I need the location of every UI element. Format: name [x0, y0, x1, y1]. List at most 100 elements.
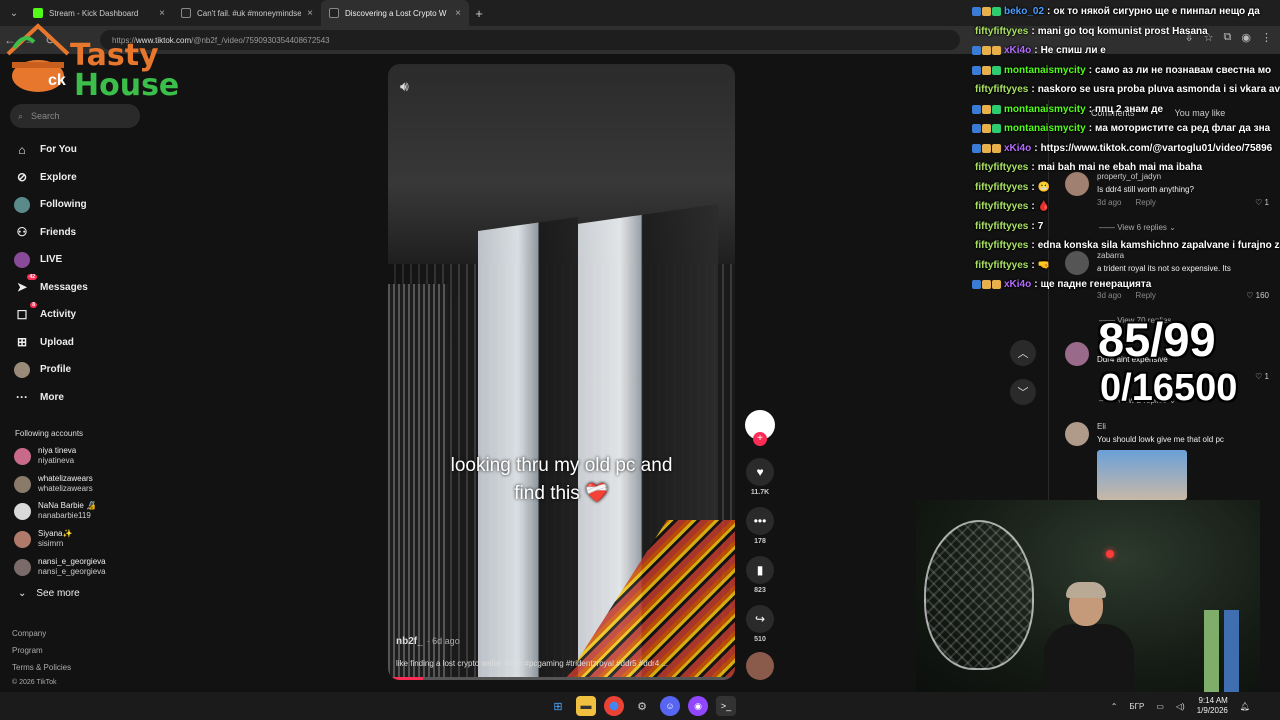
sidebar-item-for-you[interactable]: ⌂ For You	[14, 136, 88, 164]
chat-username[interactable]: montanaismycity	[1004, 123, 1086, 134]
chat-username[interactable]: fiftyfiftyyes	[975, 260, 1028, 271]
chat-username[interactable]: fiftyfiftyyes	[975, 221, 1028, 232]
tray-chevron-up-icon[interactable]: ⌃	[1111, 702, 1118, 711]
compass-icon: ⊘	[16, 170, 28, 185]
chat-username[interactable]: beko_02	[1004, 6, 1044, 17]
account-handle: sisimrn	[38, 539, 64, 548]
sidebar-item-profile[interactable]: Profile	[14, 356, 88, 384]
video-player[interactable]: 🔊︎ looking thru my old pc and find this …	[388, 64, 735, 680]
chat-badge-icon	[972, 280, 981, 290]
chat-badge-icon	[992, 143, 1001, 153]
chat-badge-icon	[982, 46, 991, 56]
volume-icon[interactable]: ◁)	[1176, 702, 1185, 711]
caption-line: looking thru my old pc and	[450, 455, 673, 476]
avatar[interactable]	[1065, 422, 1089, 446]
sidebar-item-explore[interactable]: ⊘ Explore	[14, 164, 88, 192]
footer-link-terms[interactable]: Terms & Policies	[12, 663, 71, 672]
chrome-icon[interactable]	[604, 696, 624, 716]
video-author[interactable]: nb2f_ · 6d ago	[396, 636, 460, 647]
chat-username[interactable]: xKi4o	[1004, 143, 1031, 154]
comment-icon: •••	[746, 507, 774, 535]
sidebar-item-following[interactable]: Following	[14, 191, 88, 219]
footer-link-company[interactable]: Company	[12, 629, 46, 638]
chat-text: https://www.tiktok.com/@vartoglu01/video…	[1040, 142, 1273, 154]
twitch-icon[interactable]: ◉	[688, 696, 708, 716]
chat-message: xKi4o: Не спиш ли е	[972, 41, 1280, 61]
chat-username[interactable]: fiftyfiftyyes	[975, 201, 1028, 212]
browser-tab-active[interactable]: Discovering a Lost Crypto W ×	[321, 0, 469, 26]
comment-item: Eli You should lowk give me that old pc	[1065, 422, 1275, 500]
sidebar-menu: ⌂ For You ⊘ Explore Following ⚇ Friends LIV…	[14, 136, 88, 411]
comment-likes[interactable]: ♡ 1	[1255, 372, 1269, 381]
search-input[interactable]: ⌕ Search	[10, 104, 140, 128]
chat-text: 😬	[1037, 181, 1051, 193]
chat-username[interactable]: fiftyfiftyyes	[975, 240, 1028, 251]
author-name: nb2f_	[396, 636, 423, 647]
sidebar-item-friends[interactable]: ⚇ Friends	[14, 219, 88, 247]
clock[interactable]: 9:14 AM 1/9/2026	[1197, 696, 1228, 716]
close-tab-icon[interactable]: ×	[455, 8, 461, 19]
creator-follow[interactable]: +	[743, 410, 777, 446]
chat-username[interactable]: xKi4o	[1004, 279, 1031, 290]
webcam-feed	[916, 500, 1260, 694]
chat-username[interactable]: montanaismycity	[1004, 104, 1086, 115]
follow-plus-icon[interactable]: +	[753, 432, 767, 446]
comment-image[interactable]	[1097, 450, 1187, 500]
see-more-button[interactable]: ⌄ See more	[18, 588, 80, 599]
chat-badges	[972, 143, 1001, 153]
close-tab-icon[interactable]: ×	[159, 8, 165, 19]
following-account[interactable]: whatelizawears whatelizawears	[14, 474, 93, 494]
chat-badge-icon	[992, 104, 1001, 114]
creator-avatar[interactable]: +	[745, 410, 775, 446]
network-icon[interactable]: ▭	[1156, 702, 1164, 711]
notification-bell-icon[interactable]: 🔔︎	[1240, 702, 1250, 711]
chat-separator: :	[1031, 181, 1035, 193]
browser-tab[interactable]: Can't fail. #uk #moneymindset ×	[173, 0, 321, 26]
following-account[interactable]: NaNa Barbie 🔏 nanabarbie119	[14, 501, 96, 521]
taskbar-apps: ⊞ ▬ ⚙ ☺ ◉ >_	[548, 696, 736, 716]
volume-icon[interactable]: 🔊︎	[400, 78, 409, 95]
avatar[interactable]	[1065, 342, 1089, 366]
sidebar-item-more[interactable]: ··· More	[14, 384, 88, 412]
stream-chat-overlay: beko_02: ок то някой сигурно ще е пинпал …	[972, 2, 1280, 295]
chat-username[interactable]: fiftyfiftyyes	[975, 182, 1028, 193]
following-account[interactable]: nansi_e_georgieva nansi_e_georgieva	[14, 557, 106, 577]
chat-username[interactable]: xKi4o	[1004, 45, 1031, 56]
share-button[interactable]: ↪ 510	[743, 605, 777, 643]
kick-favicon-icon	[33, 8, 43, 18]
sidebar-item-upload[interactable]: ⊞ Upload	[14, 329, 88, 357]
footer-link-program[interactable]: Program	[12, 646, 43, 655]
sidebar-item-label: Following	[40, 199, 87, 211]
messages-badge: 42	[27, 274, 37, 281]
file-explorer-icon[interactable]: ▬	[576, 696, 596, 716]
sidebar-item-messages[interactable]: ➤ 42 Messages	[14, 274, 88, 302]
sidebar-item-live[interactable]: LIVE	[14, 246, 88, 274]
sound-disc[interactable]	[743, 652, 777, 680]
comment-button[interactable]: ••• 178	[743, 507, 777, 545]
close-tab-icon[interactable]: ×	[307, 8, 313, 19]
chevron-up-icon[interactable]: ︿	[1010, 340, 1036, 366]
chat-username[interactable]: fiftyfiftyyes	[975, 162, 1028, 173]
discord-icon[interactable]: ☺	[660, 696, 680, 716]
save-button[interactable]: ▮ 823	[743, 556, 777, 594]
settings-gear-icon[interactable]: ⚙	[632, 696, 652, 716]
chat-username[interactable]: montanaismycity	[1004, 65, 1086, 76]
chevron-down-icon[interactable]: ﹀	[1010, 379, 1036, 405]
chat-username[interactable]: fiftyfiftyyes	[975, 26, 1028, 37]
windows-start-icon[interactable]: ⊞	[548, 696, 568, 716]
following-account[interactable]: Siyana✨ sisimrn	[14, 529, 72, 549]
keyboard-language[interactable]: БГР	[1129, 702, 1144, 711]
chat-badge-icon	[982, 124, 991, 134]
following-account[interactable]: niya tineva niyatineva	[14, 446, 76, 466]
chat-badge-icon	[982, 65, 991, 75]
share-icon: ↪	[746, 605, 774, 633]
comment-user[interactable]: Eli	[1097, 422, 1106, 431]
url-field[interactable]: https://www.tiktok.com/@nb2f_/video/7590…	[100, 30, 960, 50]
sidebar-item-activity[interactable]: ☐ 8 Activity	[14, 301, 88, 329]
chat-username[interactable]: fiftyfiftyyes	[975, 84, 1028, 95]
bookmark-icon: ▮	[746, 556, 774, 584]
new-tab-button[interactable]: +	[469, 6, 489, 21]
terminal-icon[interactable]: >_	[716, 696, 736, 716]
like-button[interactable]: ♥ 11.7K	[743, 458, 777, 496]
video-progress-bar[interactable]	[388, 677, 735, 680]
